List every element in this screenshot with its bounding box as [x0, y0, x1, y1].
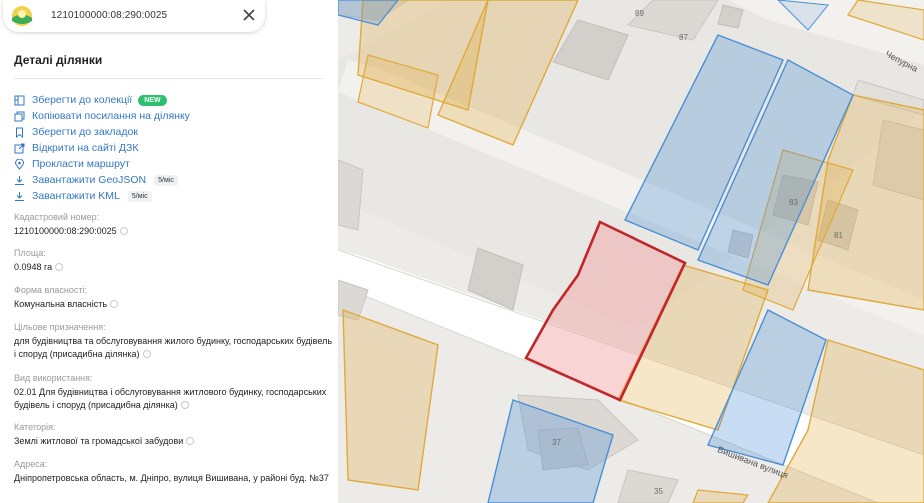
copy-link-link[interactable]: Копіювати посилання на ділянку	[14, 108, 190, 124]
search-bar[interactable]: 1210100000:08:290:0025	[3, 0, 265, 32]
bookmark-icon	[16, 127, 23, 138]
field-purpose: Цільове призначення: для будівництва та …	[14, 322, 332, 361]
download-icon	[15, 191, 24, 201]
save-bookmark-link[interactable]: Зберегти до закладок	[14, 124, 190, 140]
field-label: Кадастровий номер:	[14, 212, 100, 222]
house-number: 87	[679, 33, 688, 42]
external-link-icon	[14, 143, 25, 153]
info-icon[interactable]	[110, 300, 119, 308]
info-icon[interactable]	[55, 263, 64, 271]
action-label: Зберегти до закладок	[32, 126, 138, 138]
field-category: Категорія: Землі житлової та громадської…	[14, 422, 195, 448]
field-value: 1210100000:08:290:0025	[14, 226, 117, 236]
page-title: Деталі ділянки	[14, 53, 103, 67]
info-icon[interactable]	[180, 401, 189, 409]
house-number: 35	[654, 487, 663, 496]
field-value: для будівництва та обслуговування жилого…	[14, 336, 333, 359]
map-canvas[interactable]	[338, 0, 924, 503]
field-value: 0.0948 га	[14, 262, 53, 272]
download-limit-badge: 5/міс	[154, 174, 178, 186]
location-pin-icon	[14, 158, 25, 170]
house-number: 83	[789, 198, 798, 207]
action-list: Зберегти до колекції NEW Копіювати посил…	[14, 92, 190, 204]
download-limit-badge: 5/міс	[127, 190, 152, 202]
copy-icon	[14, 111, 25, 121]
cadastral-map[interactable]: 89 87 83 81 37 35 Чепурна Вишивана вулиц…	[338, 0, 924, 503]
action-label: Відкрити на сайті ДЗК	[32, 142, 139, 154]
download-geojson-link[interactable]: Завантажити GeoJSON 5/міс	[14, 172, 190, 188]
parcel-details-panel: 1210100000:08:290:0025 Деталі ділянки Зб…	[0, 0, 338, 503]
action-label: Завантажити KML	[32, 190, 120, 202]
field-label: Вид використання:	[14, 373, 93, 383]
field-label: Форма власності:	[14, 285, 87, 295]
download-kml-link[interactable]: Завантажити KML 5/міс	[14, 188, 190, 204]
field-area: Площа: 0.0948 га	[14, 248, 64, 274]
field-value: Комунальна власність	[14, 299, 108, 309]
field-label: Цільове призначення:	[14, 322, 106, 332]
house-number: 81	[834, 231, 843, 240]
field-value: Землі житлової та громадської забудови	[14, 436, 184, 446]
field-cadastral-number: Кадастровий номер: 1210100000:08:290:002…	[14, 212, 128, 238]
save-to-collection-link[interactable]: Зберегти до колекції NEW	[14, 92, 190, 108]
action-label: Завантажити GeoJSON	[32, 174, 147, 186]
divider	[14, 78, 323, 79]
house-number: 37	[552, 438, 561, 447]
collection-icon	[14, 95, 25, 105]
field-ownership: Форма власності: Комунальна власність	[14, 285, 119, 311]
field-usage: Вид використання: 02.01 Для будівництва …	[14, 373, 332, 412]
field-label: Адреса:	[14, 459, 48, 469]
field-label: Категорія:	[14, 422, 56, 432]
new-badge: NEW	[138, 94, 167, 106]
field-value: 02.01 Для будівництва і обслуговування ж…	[14, 387, 327, 410]
action-label: Зберегти до колекції	[32, 94, 133, 106]
open-dzk-link[interactable]: Відкрити на сайті ДЗК	[14, 140, 190, 156]
app-logo-icon	[12, 6, 32, 26]
action-label: Прокласти маршрут	[32, 158, 130, 170]
action-label: Копіювати посилання на ділянку	[32, 110, 190, 122]
field-address: Адреса: Дніпропетровська область, м. Дні…	[14, 459, 332, 485]
info-icon[interactable]	[119, 227, 128, 235]
search-query[interactable]: 1210100000:08:290:0025	[51, 10, 167, 21]
route-link[interactable]: Прокласти маршрут	[14, 156, 190, 172]
field-value: Дніпропетровська область, м. Дніпро, вул…	[14, 473, 329, 483]
close-icon[interactable]	[242, 8, 256, 22]
info-icon[interactable]	[142, 350, 151, 358]
house-number: 89	[635, 9, 644, 18]
download-icon	[15, 175, 24, 185]
field-label: Площа:	[14, 248, 46, 258]
info-icon[interactable]	[186, 437, 195, 445]
